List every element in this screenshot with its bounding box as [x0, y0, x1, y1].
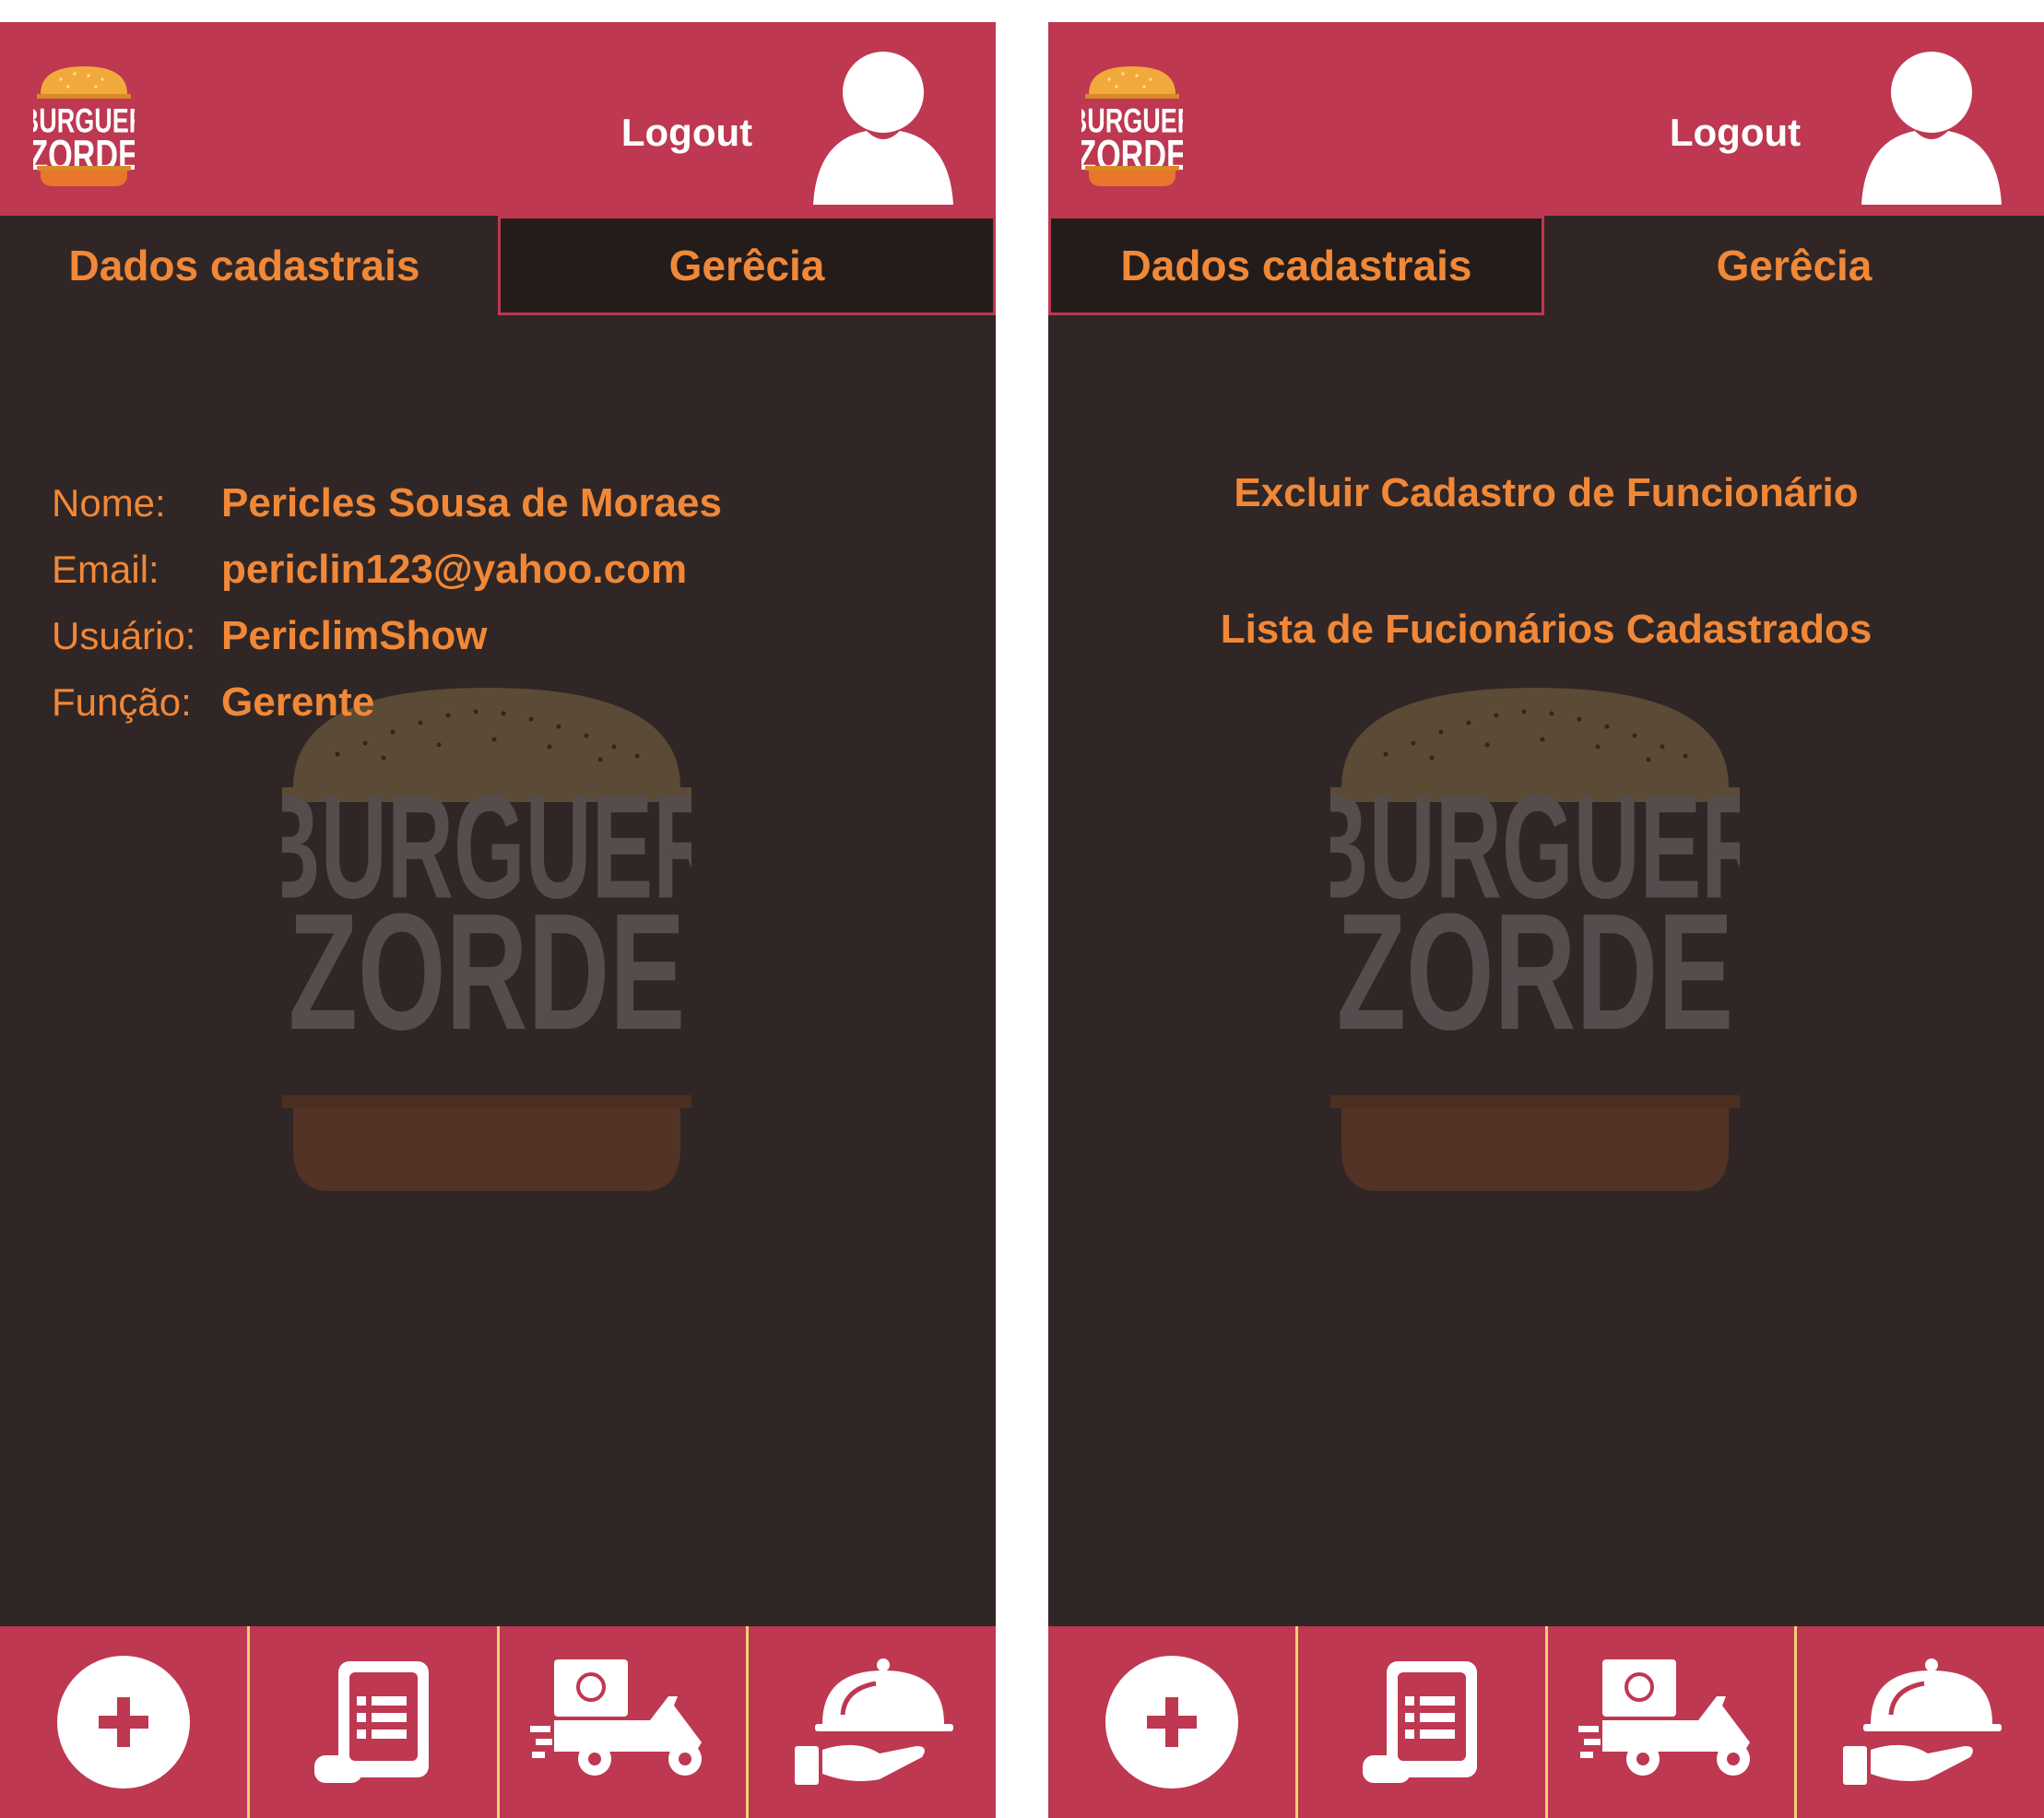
- serving-cloche-icon[interactable]: [1839, 1658, 2003, 1787]
- add-circle-icon[interactable]: [54, 1653, 193, 1791]
- profile-row-username: Usuário: PericlimShow: [52, 603, 722, 669]
- tab-dados-cadastrais[interactable]: Dados cadastrais: [0, 216, 498, 315]
- tab-gerencia[interactable]: Gerêcia: [498, 216, 996, 315]
- field-value-username: PericlimShow: [221, 613, 488, 658]
- nav-delivery[interactable]: [500, 1626, 750, 1818]
- burguer-zorde-watermark: BURGUER ZORDE: [1330, 688, 1740, 1191]
- burguer-zorde-logo[interactable]: BURGUER ZORDE: [1081, 61, 1183, 188]
- field-value-email: periclin123@yahoo.com: [221, 547, 688, 592]
- tab-dados-cadastrais[interactable]: Dados cadastrais: [1048, 216, 1544, 315]
- nav-serving[interactable]: [749, 1626, 996, 1818]
- delivery-scooter-icon[interactable]: [1578, 1659, 1763, 1785]
- svg-text:ZORDE: ZORDE: [289, 879, 685, 1065]
- nav-orders[interactable]: [1298, 1626, 1548, 1818]
- delete-employee-link[interactable]: Excluir Cadastro de Funcionário: [1048, 470, 2044, 516]
- header: BURGUER ZORDE Logout: [1048, 22, 2044, 216]
- logout-button[interactable]: Logout: [1629, 111, 1841, 155]
- bottom-nav: [1048, 1626, 2044, 1818]
- profile-row-email: Email: periclin123@yahoo.com: [52, 537, 722, 603]
- field-label: Email:: [52, 548, 160, 591]
- profile-details: Nome: Pericles Sousa de Moraes Email: pe…: [52, 470, 722, 736]
- nav-orders[interactable]: [250, 1626, 500, 1818]
- svg-text:ZORDE: ZORDE: [1337, 879, 1733, 1065]
- user-avatar-icon[interactable]: [1860, 48, 2003, 207]
- field-value-role: Gerente: [221, 679, 375, 725]
- order-list-icon[interactable]: [313, 1659, 434, 1785]
- delivery-scooter-icon[interactable]: [530, 1659, 715, 1785]
- user-avatar-icon[interactable]: [811, 48, 955, 207]
- profile-row-role: Função: Gerente: [52, 669, 722, 736]
- nav-delivery[interactable]: [1548, 1626, 1798, 1818]
- field-label: Nome:: [52, 481, 166, 525]
- nav-add[interactable]: [1048, 1626, 1298, 1818]
- serving-cloche-icon[interactable]: [791, 1658, 954, 1787]
- burguer-zorde-logo[interactable]: BURGUER ZORDE: [33, 61, 135, 188]
- profile-row-name: Nome: Pericles Sousa de Moraes: [52, 470, 722, 537]
- screen-profile: BURGUER ZORDE Logout Dados cadastrais Ge…: [0, 22, 996, 1818]
- order-list-icon[interactable]: [1361, 1659, 1483, 1785]
- add-circle-icon[interactable]: [1103, 1653, 1241, 1791]
- burguer-zorde-watermark: BURGUER ZORDE: [282, 688, 691, 1191]
- field-label: Função:: [52, 680, 192, 724]
- screen-management: BURGUER ZORDE Logout Dados cadastrais Ge…: [1048, 22, 2044, 1818]
- header: BURGUER ZORDE Logout: [0, 22, 996, 216]
- nav-serving[interactable]: [1797, 1626, 2044, 1818]
- nav-add[interactable]: [0, 1626, 250, 1818]
- tab-gerencia[interactable]: Gerêcia: [1544, 216, 2044, 315]
- logout-button[interactable]: Logout: [581, 111, 793, 155]
- field-label: Usuário:: [52, 614, 196, 657]
- field-value-name: Pericles Sousa de Moraes: [221, 480, 722, 525]
- bottom-nav: [0, 1626, 996, 1818]
- employee-list-link[interactable]: Lista de Fucionários Cadastrados: [1048, 607, 2044, 653]
